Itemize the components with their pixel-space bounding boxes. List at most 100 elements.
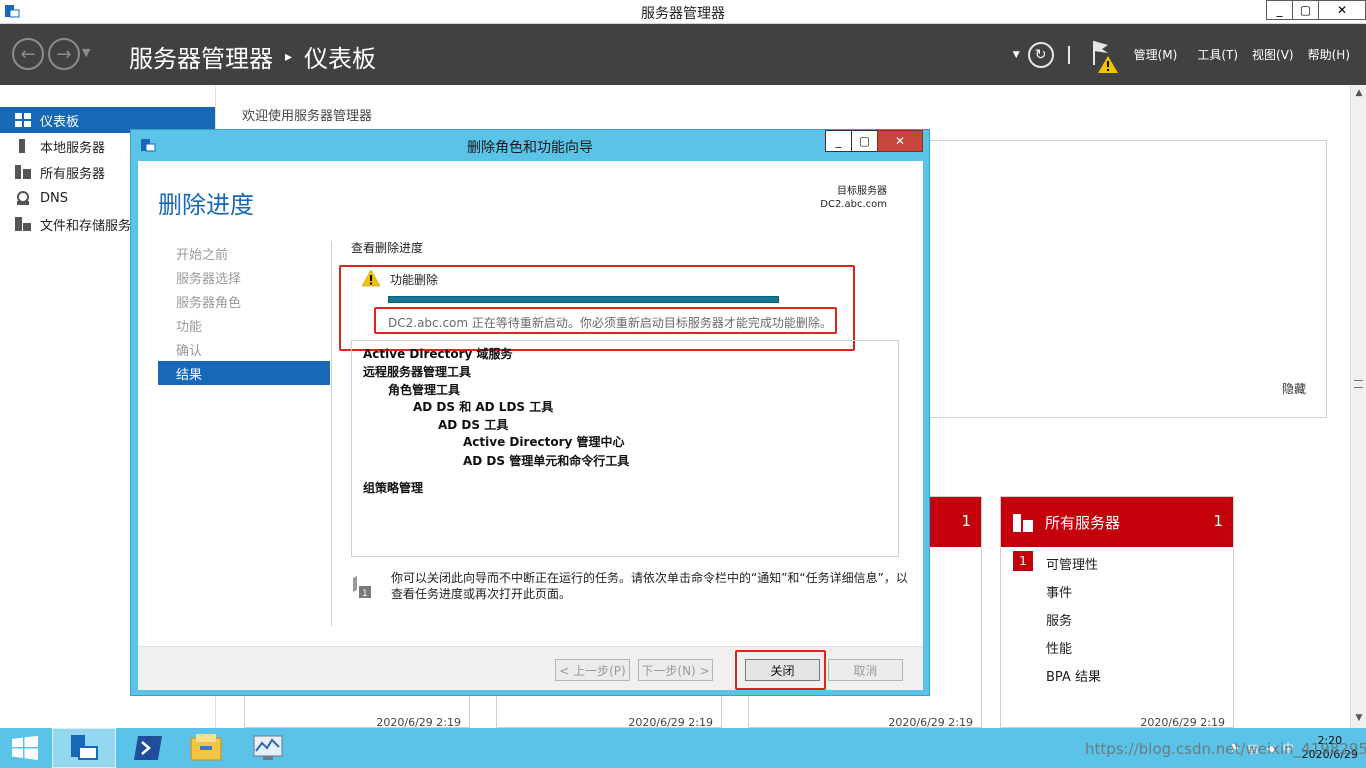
dialog-title: 删除角色和功能向导 bbox=[467, 140, 593, 156]
menu-tools[interactable]: 工具(T) bbox=[1197, 46, 1238, 63]
dialog-minimize-button[interactable]: _ bbox=[825, 130, 852, 152]
target-server-info: 目标服务器 DC2.abc.com bbox=[820, 185, 887, 211]
back-button[interactable]: ← bbox=[12, 38, 44, 70]
notifications-flag-button[interactable] bbox=[1090, 35, 1120, 75]
watermark-text: https://blog.csdn.net/weixin_41982957 bbox=[1085, 740, 1366, 758]
servers-icon bbox=[1013, 514, 1033, 532]
svg-text:1: 1 bbox=[362, 589, 368, 599]
wizard-steps: 开始之前 服务器选择 服务器角色 功能 确认 结果 bbox=[158, 241, 330, 385]
step-confirmation: 确认 bbox=[176, 343, 203, 359]
server-manager-icon bbox=[71, 735, 98, 760]
remove-roles-wizard-dialog: 删除角色和功能向导 _ ▢ ✕ 删除进度 目标服务器 DC2.abc.com 开… bbox=[130, 129, 930, 696]
window-title-bar: 服务器管理器 _ ▢ ✕ bbox=[0, 0, 1366, 24]
tile-row-bpa[interactable]: BPA 结果 bbox=[1001, 661, 1233, 689]
dialog-button-bar: < 上一步(P) 下一步(N) > 关闭 取消 bbox=[138, 646, 923, 690]
maximize-button[interactable]: ▢ bbox=[1292, 0, 1319, 20]
server-icon bbox=[19, 139, 25, 153]
annotation-highlight-close bbox=[735, 650, 826, 690]
flag-warning-icon bbox=[1092, 40, 1118, 73]
window-title: 服务器管理器 bbox=[641, 6, 725, 22]
performance-monitor-icon bbox=[253, 735, 283, 760]
prev-button[interactable]: < 上一步(P) bbox=[555, 659, 630, 681]
step-server-roles: 服务器角色 bbox=[176, 295, 242, 311]
tile-row-label: BPA 结果 bbox=[1046, 669, 1101, 685]
result-item: AD DS 工具 bbox=[438, 418, 509, 432]
servers-icon bbox=[15, 165, 31, 179]
scroll-down-icon[interactable]: ▼ bbox=[1353, 713, 1365, 725]
tile-row-label: 事件 bbox=[1046, 585, 1073, 601]
step-server-selection: 服务器选择 bbox=[176, 271, 242, 287]
results-list: Active Directory 域服务 远程服务器管理工具 角色管理工具 AD… bbox=[351, 340, 899, 557]
task-details-icon: 1 bbox=[353, 576, 371, 599]
tile-row-label: 可管理性 bbox=[1046, 557, 1099, 573]
tile-title: 所有服务器 bbox=[1045, 514, 1121, 532]
target-server-label: 目标服务器 bbox=[837, 186, 887, 197]
dialog-close-button[interactable]: ✕ bbox=[877, 130, 923, 152]
header-divider bbox=[1067, 45, 1070, 64]
arrow-left-icon: ← bbox=[20, 43, 36, 65]
result-item: AD DS 管理单元和命令行工具 bbox=[463, 454, 630, 468]
steps-divider bbox=[331, 241, 332, 626]
next-button[interactable]: 下一步(N) > bbox=[638, 659, 713, 681]
dialog-maximize-button[interactable]: ▢ bbox=[851, 130, 878, 152]
arrow-right-icon: → bbox=[56, 43, 72, 65]
taskbar-performance-monitor[interactable] bbox=[236, 728, 300, 768]
tile-row-manageability[interactable]: 1 可管理性 bbox=[1001, 549, 1233, 577]
tile-row-events[interactable]: 事件 bbox=[1001, 577, 1233, 605]
result-item: AD DS 和 AD LDS 工具 bbox=[413, 400, 554, 414]
scroll-grip[interactable] bbox=[1354, 380, 1363, 388]
powershell-icon bbox=[134, 736, 162, 760]
breadcrumb: 服务器管理器 ▸ 仪表板 bbox=[129, 39, 376, 74]
tile-row-label: 性能 bbox=[1046, 641, 1073, 657]
breadcrumb-current: 仪表板 bbox=[304, 45, 377, 73]
tile-all-servers[interactable]: 所有服务器 1 1 可管理性 事件 服务 性能 BPA 结果 2020/6/29… bbox=[1000, 496, 1234, 729]
close-window-button[interactable]: ✕ bbox=[1318, 0, 1366, 20]
tile-bottom-2: 2020/6/29 2:19 bbox=[496, 696, 722, 729]
minimize-button[interactable]: _ bbox=[1266, 0, 1293, 20]
tile-bottom-1: 2020/6/29 2:19 bbox=[244, 696, 470, 729]
forward-button[interactable]: → bbox=[48, 38, 80, 70]
welcome-title: 欢迎使用服务器管理器 bbox=[242, 109, 373, 124]
result-item: 角色管理工具 bbox=[388, 383, 461, 397]
file-explorer-icon bbox=[190, 734, 222, 761]
refresh-dropdown-icon[interactable]: ▼ bbox=[1013, 50, 1020, 60]
cancel-button[interactable]: 取消 bbox=[828, 659, 903, 681]
annotation-highlight-status bbox=[374, 307, 837, 334]
history-dropdown-icon[interactable]: ▼ bbox=[82, 46, 90, 59]
page-heading: 删除进度 bbox=[158, 191, 254, 219]
step-results[interactable]: 结果 bbox=[158, 361, 330, 385]
tile-row-label: 服务 bbox=[1046, 613, 1073, 629]
main-scrollbar[interactable]: ▲ ▼ bbox=[1350, 85, 1366, 728]
header-bar: ← → ▼ 服务器管理器 ▸ 仪表板 ▼ ↻ 管理(M) 工具(T) 视图(V)… bbox=[0, 24, 1366, 85]
refresh-icon: ↻ bbox=[1034, 46, 1047, 63]
alert-count-badge: 1 bbox=[1013, 551, 1033, 571]
tile-row-services[interactable]: 服务 bbox=[1001, 605, 1233, 633]
scroll-up-icon[interactable]: ▲ bbox=[1353, 88, 1365, 100]
sidebar-item-label: DNS bbox=[40, 190, 68, 206]
breadcrumb-separator-icon: ▸ bbox=[285, 48, 293, 65]
sidebar-item-label: 仪表板 bbox=[40, 114, 80, 130]
sidebar-item-label: 本地服务器 bbox=[40, 140, 106, 156]
content-title: 查看删除进度 bbox=[351, 241, 424, 255]
step-before-you-begin: 开始之前 bbox=[176, 247, 229, 263]
menu-view[interactable]: 视图(V) bbox=[1252, 46, 1294, 63]
taskbar-server-manager[interactable] bbox=[52, 728, 116, 768]
menu-manage[interactable]: 管理(M) bbox=[1134, 46, 1178, 63]
menu-help[interactable]: 帮助(H) bbox=[1308, 46, 1350, 63]
taskbar-file-explorer[interactable] bbox=[174, 728, 238, 768]
sidebar-item-label: 所有服务器 bbox=[40, 166, 106, 182]
step-features: 功能 bbox=[176, 319, 203, 335]
hide-link[interactable]: 隐藏 bbox=[1282, 380, 1306, 397]
storage-icon bbox=[15, 217, 31, 231]
tile-count: 1 bbox=[961, 512, 971, 530]
start-button-windows-icon[interactable] bbox=[12, 736, 38, 760]
dashboard-icon bbox=[15, 113, 31, 127]
result-item: 组策略管理 bbox=[363, 481, 424, 495]
refresh-button[interactable]: ↻ bbox=[1027, 41, 1054, 68]
dialog-title-bar[interactable]: 删除角色和功能向导 _ ▢ ✕ bbox=[131, 130, 929, 160]
tile-row-performance[interactable]: 性能 bbox=[1001, 633, 1233, 661]
dialog-body: 删除进度 目标服务器 DC2.abc.com 开始之前 服务器选择 服务器角色 … bbox=[138, 161, 923, 690]
taskbar-powershell[interactable] bbox=[116, 728, 180, 768]
breadcrumb-root[interactable]: 服务器管理器 bbox=[129, 39, 273, 74]
sidebar-item-label: 文件和存储服务 bbox=[40, 218, 132, 234]
